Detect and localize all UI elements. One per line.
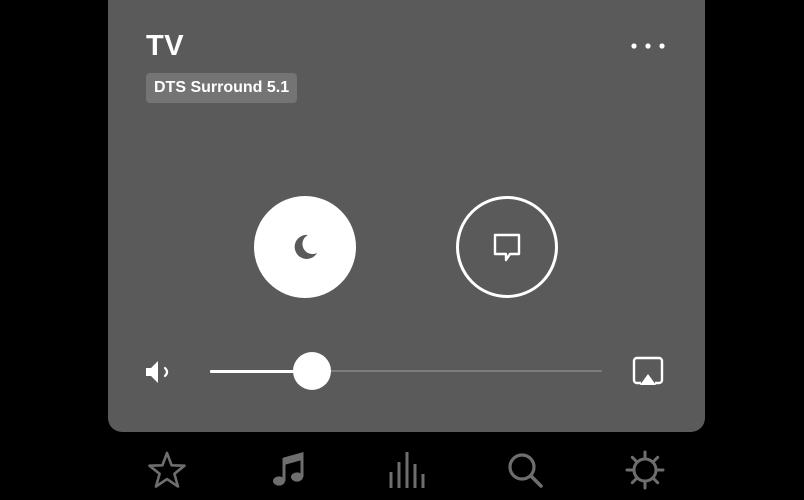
more-options-button[interactable] [626,32,670,60]
search-icon [508,453,543,488]
speech-enhancement-button[interactable] [456,196,558,298]
star-icon [148,451,186,488]
room-title: TV [146,30,185,62]
gear-icon [625,450,665,490]
night-mode-button[interactable] [254,196,356,298]
moon-icon [294,234,317,259]
airplay-button[interactable] [630,354,666,390]
tab-bar [108,440,705,500]
tab-favorites[interactable] [145,448,189,492]
volume-thumb[interactable] [293,352,331,390]
tab-settings[interactable] [623,448,667,492]
equalizer-bars-icon [389,452,425,488]
now-playing-panel: TV DTS Surround 5.1 [108,0,705,432]
speech-bubble-icon [493,233,521,262]
tab-music[interactable] [264,448,308,492]
ellipsis-icon [631,43,665,49]
tab-search[interactable] [503,448,547,492]
audio-format-badge: DTS Surround 5.1 [146,73,298,103]
airplay-icon [632,356,664,385]
tab-rooms[interactable] [384,448,428,492]
music-note-icon [273,452,304,486]
speaker-icon [146,361,169,383]
volume-slider[interactable] [210,352,602,392]
